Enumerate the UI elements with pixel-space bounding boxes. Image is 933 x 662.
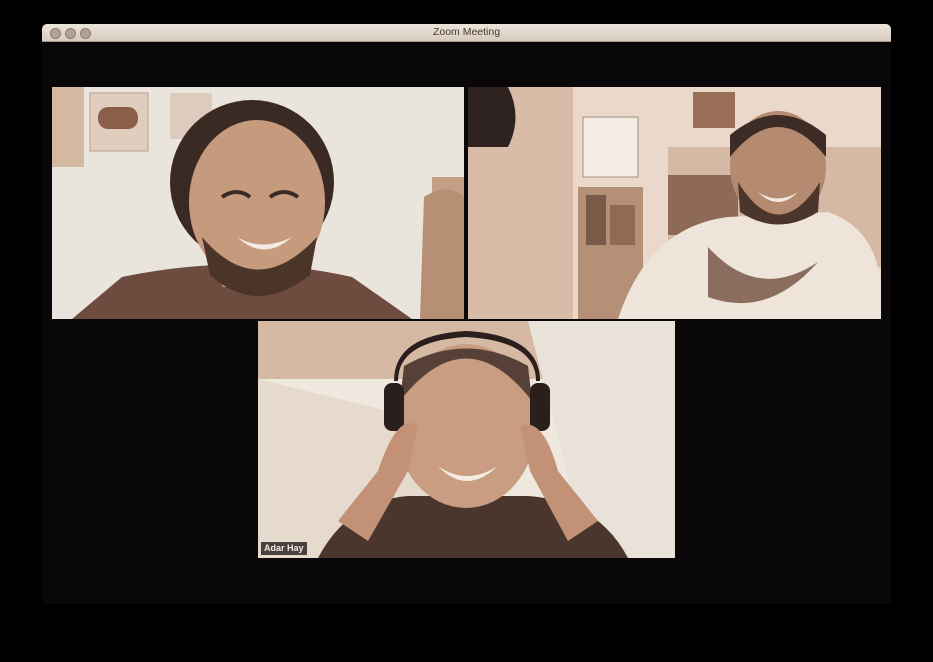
participant-video-1 [52, 87, 464, 319]
zoom-meeting-window: Zoom Meeting Adar Hay [42, 24, 891, 604]
participant-video-tile-2[interactable] [468, 87, 881, 319]
participant-video-2 [468, 87, 881, 319]
window-title: Zoom Meeting [432, 26, 501, 38]
participant-name-label: Adar Hay [261, 542, 307, 555]
participant-video-tile-1[interactable] [52, 87, 464, 319]
participant-video-3 [258, 321, 675, 558]
participant-video-tile-3[interactable]: Adar Hay [258, 321, 675, 558]
title-bar[interactable]: Zoom Meeting [42, 24, 891, 42]
